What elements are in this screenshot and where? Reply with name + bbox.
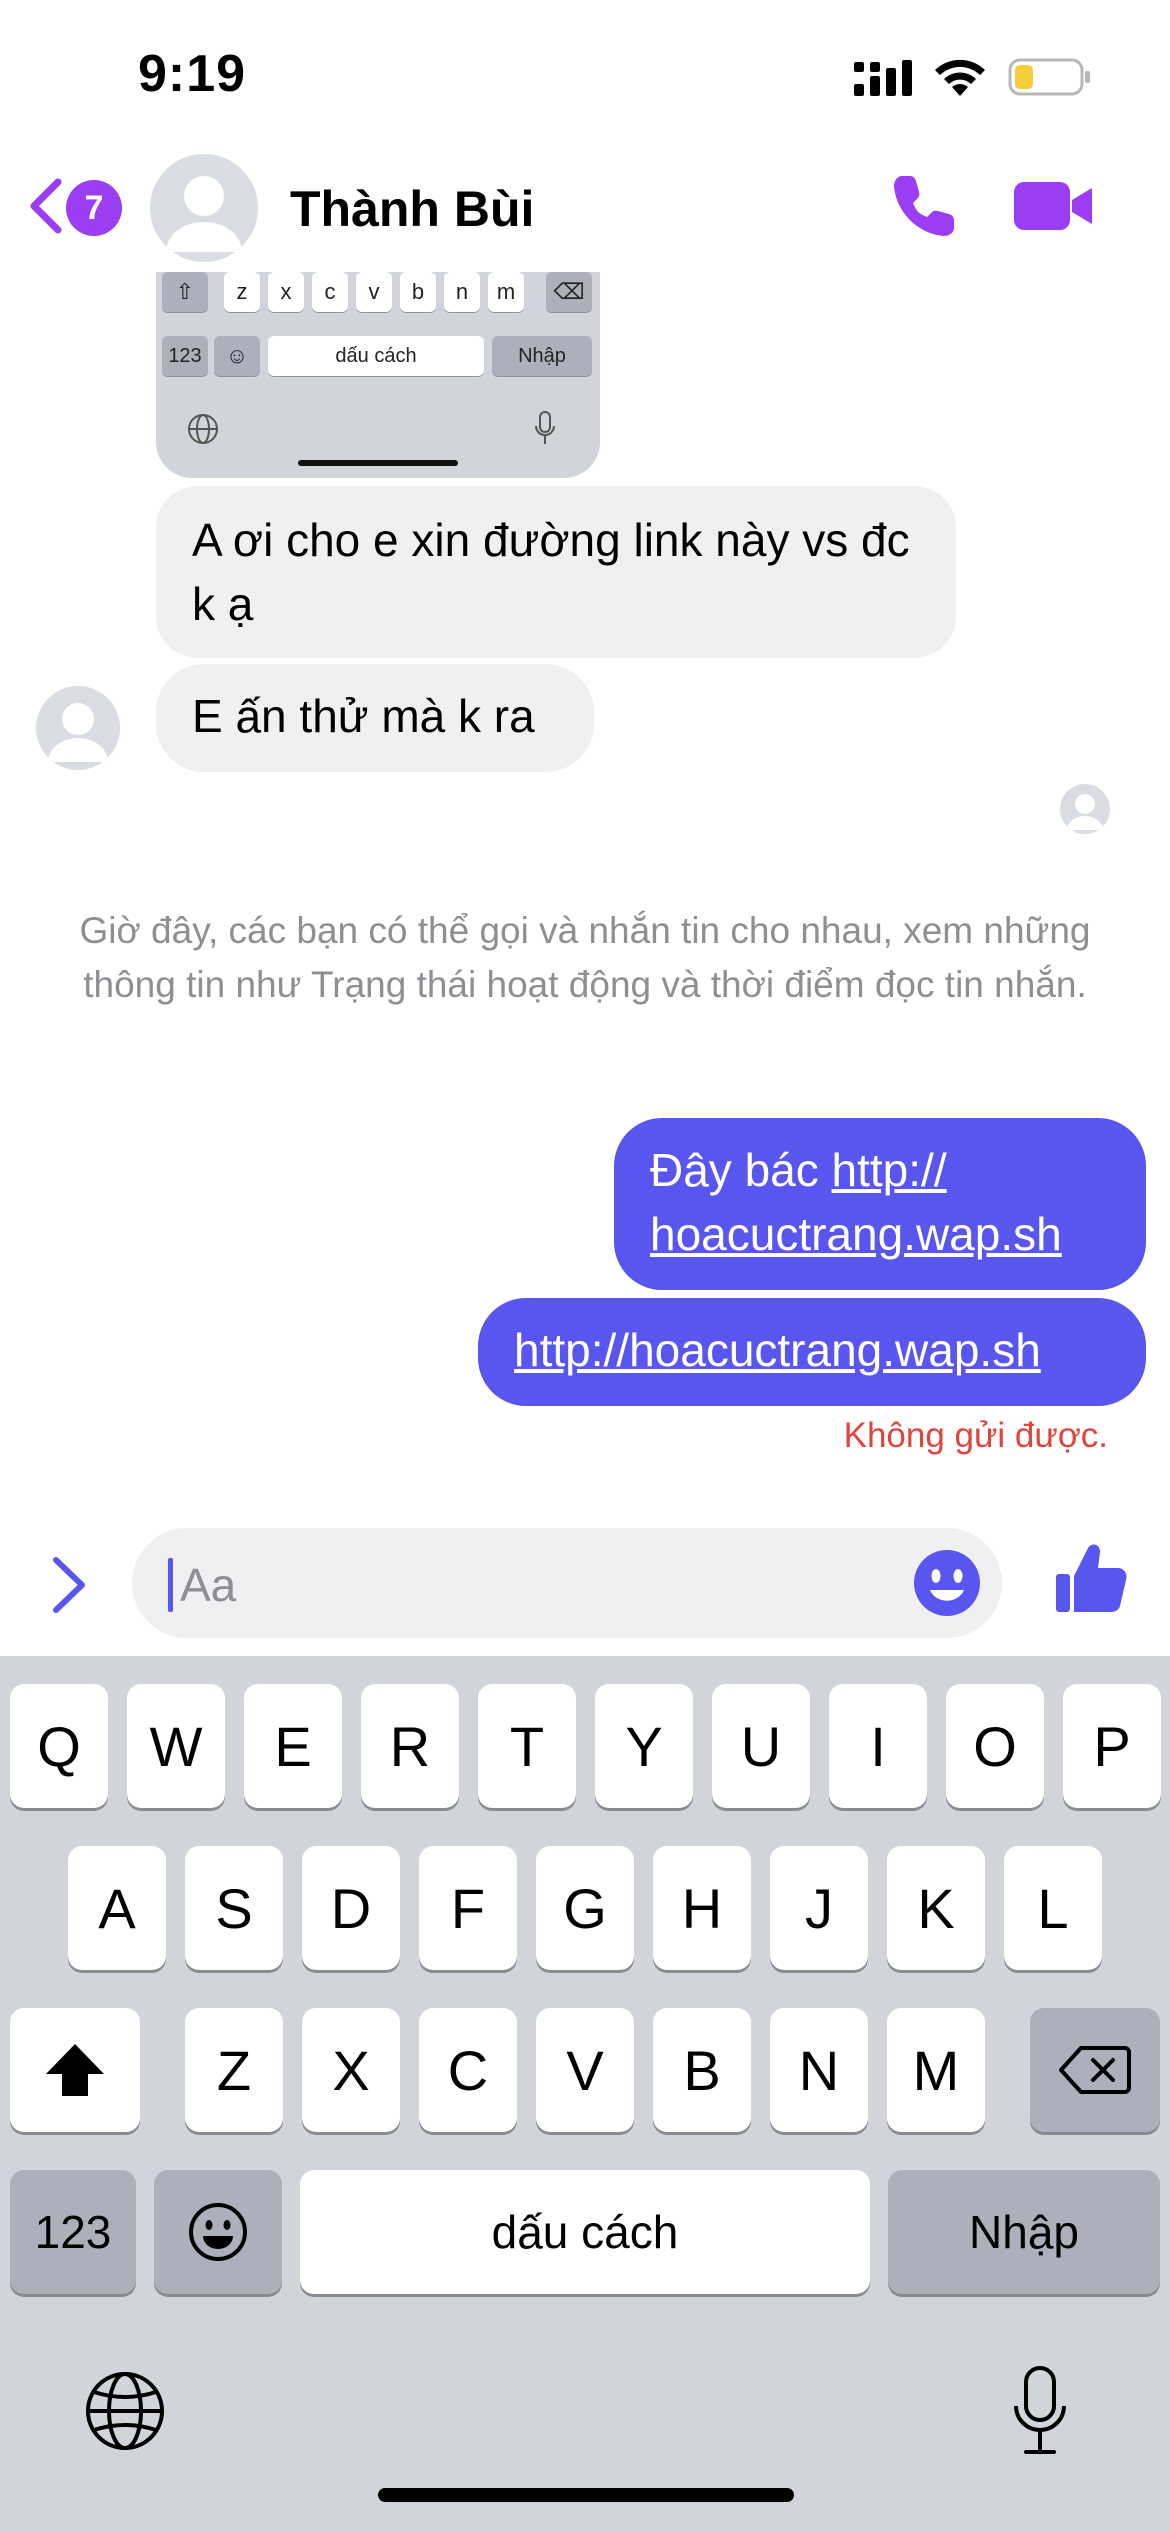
conversation-info-notice: Giờ đây, các bạn có thể gọi và nhắn tin … [79, 910, 1091, 1005]
key-y[interactable]: Y [595, 1684, 693, 1808]
cellular-signal-icon [854, 60, 912, 96]
sender-avatar[interactable] [36, 686, 120, 770]
status-time: 9:19 [138, 45, 247, 103]
key-e[interactable]: E [244, 1684, 342, 1808]
thumb-key: m [488, 272, 524, 312]
thumbs-up-icon[interactable] [1052, 1540, 1128, 1616]
chevron-right-icon[interactable] [44, 1550, 96, 1620]
key-l[interactable]: L [1004, 1846, 1102, 1970]
globe-icon [188, 414, 218, 444]
shift-key[interactable] [10, 2008, 140, 2132]
emoji-icon: ☺ [214, 336, 260, 376]
message-link[interactable]: http://hoacuctrang.wap.sh [514, 1324, 1041, 1376]
incoming-message-bubble[interactable]: E ấn thử mà k ra [156, 664, 594, 772]
shift-icon: ⇧ [162, 272, 208, 312]
message-composer: Aa [0, 1520, 1170, 1650]
microphone-icon [535, 411, 555, 444]
key-z[interactable]: Z [185, 2008, 283, 2132]
home-indicator[interactable] [378, 2488, 794, 2502]
person-placeholder-icon [1067, 794, 1103, 830]
microphone-icon[interactable] [1010, 2364, 1070, 2458]
key-u[interactable]: U [712, 1684, 810, 1808]
back-button[interactable]: 7 [26, 174, 136, 238]
contact-avatar[interactable] [150, 154, 258, 262]
key-a[interactable]: A [68, 1846, 166, 1970]
delete-icon: ⌫ [546, 272, 592, 312]
key-t[interactable]: T [478, 1684, 576, 1808]
read-receipt-avatar [1060, 784, 1110, 834]
onscreen-keyboard: Q W E R T Y U I O P A S D F G H J K L Z … [0, 1656, 1170, 2532]
conversation-header: 7 Thành Bùi [0, 140, 1170, 272]
key-s[interactable]: S [185, 1846, 283, 1970]
wifi-icon [935, 59, 985, 96]
key-h[interactable]: H [653, 1846, 751, 1970]
battery-icon [1008, 58, 1090, 96]
key-v[interactable]: V [536, 2008, 634, 2132]
text-cursor [168, 1558, 173, 1612]
key-i[interactable]: I [829, 1684, 927, 1808]
key-w[interactable]: W [127, 1684, 225, 1808]
space-key[interactable]: dấu cách [300, 2170, 870, 2294]
keyboard-screenshot-image[interactable]: ⇧ z x c v b n m ⌫ 123 ☺ dấu cách Nhập [156, 272, 600, 478]
emoji-key[interactable] [154, 2170, 282, 2294]
thumb-key-return: Nhập [492, 336, 592, 376]
key-g[interactable]: G [536, 1846, 634, 1970]
incoming-message-bubble[interactable]: A ơi cho e xin đường link này vs đc k ạ [156, 486, 956, 658]
globe-icon[interactable] [84, 2370, 166, 2452]
message-link[interactable]: hoacuctrang.wap.sh [650, 1208, 1062, 1260]
thumb-key: n [444, 272, 480, 312]
key-x[interactable]: X [302, 2008, 400, 2132]
key-m[interactable]: M [887, 2008, 985, 2132]
thumb-key-space: dấu cách [268, 336, 484, 376]
home-indicator [298, 460, 458, 466]
contact-name[interactable]: Thành Bùi [290, 180, 534, 238]
return-key[interactable]: Nhập [888, 2170, 1160, 2294]
send-failed-status[interactable]: Không gửi được. [844, 1416, 1108, 1456]
thumb-key: c [312, 272, 348, 312]
emoji-icon [189, 2203, 247, 2261]
unread-count-badge: 7 [66, 180, 122, 236]
key-n[interactable]: N [770, 2008, 868, 2132]
thumb-key: v [356, 272, 392, 312]
thumb-key: b [400, 272, 436, 312]
status-bar: 9:19 [0, 0, 1170, 150]
key-r[interactable]: R [361, 1684, 459, 1808]
message-input-placeholder: Aa [180, 1559, 237, 1611]
message-input[interactable]: Aa [132, 1528, 1002, 1638]
key-c[interactable]: C [419, 2008, 517, 2132]
message-text: Đây bác [650, 1144, 832, 1196]
key-b[interactable]: B [653, 2008, 751, 2132]
numbers-key[interactable]: 123 [10, 2170, 136, 2294]
key-f[interactable]: F [419, 1846, 517, 1970]
key-k[interactable]: K [887, 1846, 985, 1970]
outgoing-message-bubble[interactable]: http://hoacuctrang.wap.sh [478, 1298, 1146, 1406]
key-p[interactable]: P [1063, 1684, 1161, 1808]
thumb-key-numbers: 123 [162, 336, 208, 376]
person-placeholder-icon [48, 703, 108, 762]
emoji-icon[interactable] [912, 1548, 982, 1618]
thumb-key: z [224, 272, 260, 312]
key-o[interactable]: O [946, 1684, 1044, 1808]
delete-key[interactable] [1030, 2008, 1160, 2132]
thumb-key: x [268, 272, 304, 312]
outgoing-message-bubble[interactable]: Đây bác http:// hoacuctrang.wap.sh [614, 1118, 1146, 1290]
person-placeholder-icon [166, 176, 242, 252]
key-d[interactable]: D [302, 1846, 400, 1970]
key-j[interactable]: J [770, 1846, 868, 1970]
message-link[interactable]: http:// [832, 1144, 947, 1196]
key-q[interactable]: Q [10, 1684, 108, 1808]
shift-icon [46, 2044, 104, 2096]
video-camera-icon[interactable] [1012, 178, 1094, 234]
backspace-icon [1059, 2046, 1131, 2094]
chevron-left-icon [30, 178, 62, 234]
phone-icon[interactable] [888, 170, 960, 242]
